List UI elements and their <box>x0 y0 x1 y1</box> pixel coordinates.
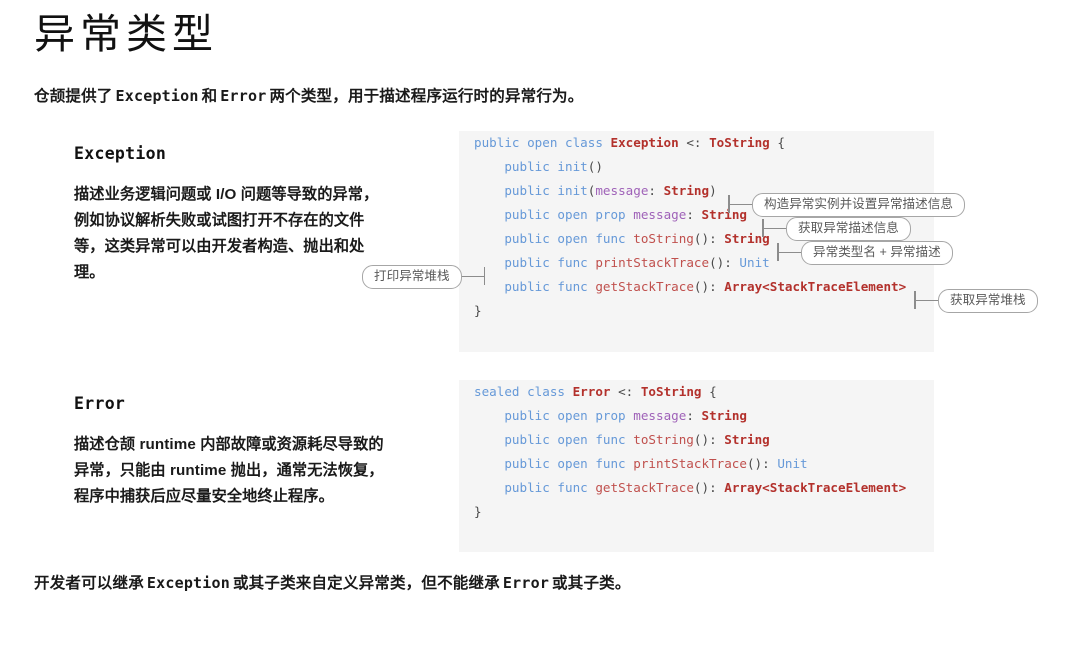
callout-connector <box>461 276 484 278</box>
code-token-fn: getStackTrace <box>595 279 694 294</box>
code-token-k: public open func <box>474 432 634 447</box>
code-token-pn: { <box>701 384 717 399</box>
callout-connector <box>915 300 938 302</box>
code-token-pn: <: <box>678 135 710 150</box>
code-line: public open class Exception <: ToString … <box>459 131 934 155</box>
code-token-pn: } <box>474 303 482 318</box>
code-line: public open func printStackTrace(): Unit <box>459 452 934 476</box>
code-block-error: sealed class Error <: ToString { public … <box>459 380 934 552</box>
code-token-k: public open class <box>474 135 611 150</box>
code-token-pn: (): <box>746 456 778 471</box>
code-token-k: init <box>557 159 588 174</box>
code-token-fn: printStackTrace <box>595 255 710 270</box>
code-token-pn: (): <box>693 480 725 495</box>
code-token-un: Unit <box>739 255 770 270</box>
code-token-ty: String <box>663 183 710 198</box>
code-token-pn: ) <box>709 183 717 198</box>
callout-to-string: 异常类型名 + 异常描述 <box>801 241 953 265</box>
section-body-error: 描述仓颉 runtime 内部故障或资源耗尽导致的异常，只能由 runtime … <box>74 432 392 510</box>
code-token-k: public func <box>474 279 596 294</box>
code-line: public func getStackTrace(): Array<Stack… <box>459 476 934 500</box>
outro-code-exception: Exception <box>146 574 230 592</box>
code-token-pn: : <box>648 183 664 198</box>
code-token-fn: printStackTrace <box>633 456 747 471</box>
callout-print-stack: 打印异常堆栈 <box>362 265 462 289</box>
code-token-un: Unit <box>777 456 808 471</box>
code-token-ty: String <box>701 408 747 423</box>
code-token-k: public open func <box>474 456 634 471</box>
callout-get-stack: 获取异常堆栈 <box>938 289 1038 313</box>
code-token-pn: } <box>474 504 482 519</box>
code-token-k: public open prop <box>474 207 634 222</box>
intro-text-pre: 仓颉提供了 <box>34 88 113 105</box>
intro-text-post: 两个类型，用于描述程序运行时的异常行为。 <box>269 88 584 105</box>
code-line: } <box>459 500 934 524</box>
section-body-exception: 描述业务逻辑问题或 I/O 问题等导致的异常，例如协议解析失败或试图打开不存在的… <box>74 186 379 281</box>
outro-text-post: 或其子类。 <box>552 575 631 592</box>
body-text-run: 描述仓颉 <box>74 436 140 453</box>
intro-code-exception: Exception <box>115 87 199 105</box>
code-token-pn: <: <box>610 384 641 399</box>
code-token-pn: (): <box>693 279 725 294</box>
code-token-pn: (): <box>693 432 725 447</box>
code-token-ty: ToString <box>640 384 702 399</box>
page-title: 异常类型 <box>34 11 218 57</box>
code-token-pn: : <box>686 408 702 423</box>
outro-text-pre: 开发者可以继承 <box>34 575 144 592</box>
callout-connector <box>729 204 752 206</box>
code-token-pm: message <box>633 408 687 423</box>
outro-code-error: Error <box>502 574 550 592</box>
code-token-pn: () <box>587 159 603 174</box>
code-token-k: init <box>557 183 588 198</box>
code-token-pm: message <box>633 207 687 222</box>
code-token-pm: message <box>595 183 649 198</box>
code-token-fn: toString <box>633 231 694 246</box>
code-token-pn: : <box>686 207 702 222</box>
code-token-k: public <box>474 159 558 174</box>
outro-text-mid: 或其子类来自定义异常类，但不能继承 <box>232 575 500 592</box>
section-heading-error: Error <box>74 394 126 413</box>
inline-term-runtime: runtime <box>139 436 196 453</box>
code-token-k: sealed class <box>474 384 573 399</box>
code-token-k: public func <box>474 255 596 270</box>
code-token-ty: Array<StackTraceElement> <box>724 480 907 495</box>
code-token-k: public <box>474 183 558 198</box>
code-token-ty: Array<StackTraceElement> <box>724 279 907 294</box>
callout-prop-message: 获取异常描述信息 <box>786 217 911 241</box>
callout-init-message: 构造异常实例并设置异常描述信息 <box>752 193 965 217</box>
callout-connector <box>763 228 786 230</box>
code-token-pn: (): <box>709 255 740 270</box>
intro-text-mid: 和 <box>201 88 218 105</box>
code-token-ty: Error <box>572 384 611 399</box>
code-line: public open func toString(): String <box>459 428 934 452</box>
code-line: public open prop message: String <box>459 404 934 428</box>
code-token-fn: getStackTrace <box>595 480 694 495</box>
code-token-k: public func <box>474 480 596 495</box>
code-token-ty: Exception <box>610 135 679 150</box>
outro-paragraph: 开发者可以继承 Exception 或其子类来自定义异常类，但不能继承 Error 或其… <box>34 571 631 593</box>
code-token-k: public open func <box>474 231 634 246</box>
code-token-pn: (): <box>693 231 725 246</box>
code-token-ty: String <box>701 207 747 222</box>
code-line: sealed class Error <: ToString { <box>459 380 934 404</box>
code-token-ty: ToString <box>709 135 770 150</box>
code-token-k: public open prop <box>474 408 634 423</box>
intro-code-error: Error <box>220 87 267 105</box>
callout-tick <box>483 267 486 285</box>
code-line: public init() <box>459 155 934 179</box>
intro-paragraph: 仓颉提供了 Exception 和 Error 两个类型，用于描述程序运行时的异常行为。 <box>34 84 583 106</box>
code-token-pn: { <box>769 135 785 150</box>
section-heading-exception: Exception <box>74 144 167 163</box>
code-token-ty: String <box>724 432 770 447</box>
inline-term-runtime: runtime <box>170 462 227 479</box>
code-line: } <box>459 299 934 323</box>
code-token-fn: toString <box>633 432 694 447</box>
callout-connector <box>778 252 801 254</box>
code-line: public func getStackTrace(): Array<Stack… <box>459 275 934 299</box>
